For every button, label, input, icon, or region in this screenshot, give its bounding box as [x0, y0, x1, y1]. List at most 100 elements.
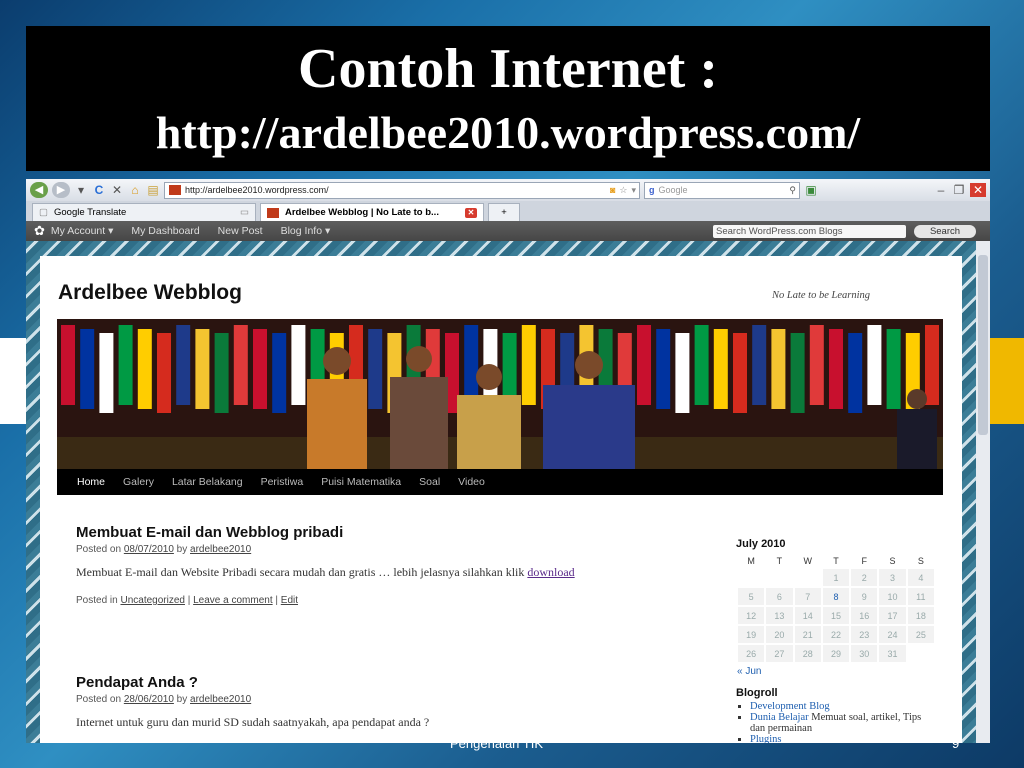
download-link[interactable]: download	[527, 565, 574, 579]
page-scrollbar[interactable]	[976, 241, 990, 743]
calendar-day: 15	[822, 607, 850, 624]
post-author-link[interactable]: ardelbee2010	[190, 694, 251, 705]
browser-navbar: ◀ ▶ ▾ C ✕ ⌂ ▤ http://ardelbee2010.wordpr…	[26, 179, 990, 201]
addon-icon[interactable]: ▣	[804, 183, 818, 197]
flag-decoration	[694, 325, 709, 405]
flag-decoration	[80, 329, 95, 409]
calendar-day: 29	[822, 645, 850, 662]
calendar-day[interactable]: 8	[822, 588, 850, 605]
rss-icon[interactable]: ◙	[610, 185, 615, 195]
post-title[interactable]: Membuat E-mail dan Webblog pribadi	[76, 524, 676, 541]
blog-page: Ardelbee Webblog No Late to be Learning	[40, 256, 962, 743]
calendar-day: 19	[738, 626, 765, 643]
site-description: No Late to be Learning	[771, 290, 870, 301]
post-meta: Posted on 08/07/2010 by ardelbee2010	[76, 544, 676, 555]
close-tab-icon[interactable]: ✕	[465, 207, 477, 218]
slide-footer: Pengenalan TIK	[450, 736, 543, 751]
wordpress-logo-icon[interactable]: ✿	[34, 223, 45, 239]
by-label: by	[176, 694, 188, 705]
menu-item-home[interactable]: Home	[77, 476, 105, 488]
tab-google-translate[interactable]: ▢ Google Translate ▭	[32, 203, 256, 221]
site-favicon	[267, 207, 279, 218]
menu-item-video[interactable]: Video	[458, 476, 485, 488]
calendar-prev-month-link[interactable]: « Jun	[737, 666, 936, 677]
wp-search-input[interactable]: Search WordPress.com Blogs	[713, 224, 906, 238]
calendar-day	[766, 569, 792, 586]
flag-decoration	[829, 329, 843, 409]
post-meta: Posted on 28/06/2010 by ardelbee2010	[76, 694, 676, 705]
new-post-link[interactable]: New Post	[218, 225, 263, 237]
reload-icon[interactable]: C	[92, 183, 106, 197]
tab-icon: ▭	[240, 207, 249, 218]
menu-item-soal[interactable]: Soal	[419, 476, 440, 488]
calendar-day-header: T	[776, 556, 783, 566]
tab-ardelbee-webblog[interactable]: Ardelbee Webblog | No Late to b... ✕	[260, 203, 484, 221]
menu-item-latar-belakang[interactable]: Latar Belakang	[172, 476, 243, 488]
blogroll-item: Development Blog	[750, 701, 936, 712]
calendar-day: 14	[794, 607, 821, 624]
flag-decoration	[195, 329, 210, 409]
maximize-icon[interactable]: ❐	[952, 183, 966, 197]
calendar-day: 16	[851, 607, 878, 624]
new-tab-button[interactable]: +	[488, 203, 520, 221]
wp-search-button[interactable]: Search	[914, 224, 976, 238]
url-dropdown-icon[interactable]: ▾	[631, 185, 639, 196]
flag-decoration	[809, 325, 824, 405]
calendar-day: 20	[766, 626, 793, 643]
calendar-day: 23	[851, 626, 878, 643]
calendar-day: 17	[879, 607, 906, 624]
back-button[interactable]: ◀	[30, 182, 48, 198]
home-icon[interactable]: ⌂	[128, 183, 142, 197]
blogroll-link[interactable]: Dunia Belajar	[750, 712, 809, 723]
flag-decoration	[137, 329, 152, 409]
menu-item-galery[interactable]: Galery	[123, 476, 154, 488]
my-dashboard-link[interactable]: My Dashboard	[131, 225, 199, 237]
calendar-day: 30	[851, 645, 878, 662]
site-title[interactable]: Ardelbee Webblog	[58, 281, 242, 305]
stop-icon[interactable]: ✕	[110, 183, 124, 197]
calendar-day: 10	[879, 588, 906, 605]
browser-search-input[interactable]: g Google ⚲	[644, 181, 800, 199]
leave-comment-link[interactable]: Leave a comment	[193, 595, 273, 606]
calendar-day: 26	[738, 645, 765, 662]
my-account-menu[interactable]: My Account ▾	[51, 225, 113, 237]
posted-on-label: Posted on	[76, 544, 122, 555]
edit-link[interactable]: Edit	[281, 595, 298, 606]
post-date-link[interactable]: 28/06/2010	[124, 694, 174, 705]
history-dropdown-icon[interactable]: ▾	[74, 183, 88, 197]
minimize-icon[interactable]: –	[934, 183, 948, 197]
calendar-day-header: W	[803, 556, 812, 566]
scrollbar-thumb[interactable]	[978, 255, 988, 435]
blogroll-widget: Blogroll Development Blog Dunia Belajar …	[736, 687, 936, 743]
address-bar-url: http://ardelbee2010.wordpress.com/	[185, 185, 329, 195]
post-author-link[interactable]: ardelbee2010	[190, 544, 251, 555]
calendar-day	[795, 569, 821, 586]
blog-info-menu[interactable]: Blog Info ▾	[281, 225, 331, 237]
flag-decoration	[214, 333, 229, 413]
blogroll-link[interactable]: Plugins	[750, 734, 782, 743]
category-link[interactable]: Uncategorized	[120, 595, 184, 606]
post-excerpt-text: Membuat E-mail dan Website Pribadi secar…	[76, 565, 525, 579]
menu-item-puisi-matematika[interactable]: Puisi Matematika	[321, 476, 401, 488]
post-footer: Posted in Uncategorized | Leave a commen…	[76, 595, 299, 606]
flag-decoration	[464, 325, 479, 405]
wordpress-admin-bar: ✿ My Account ▾ My Dashboard New Post Blo…	[26, 221, 990, 241]
calendar-day: 4	[907, 569, 934, 586]
post-title[interactable]: Pendapat Anda ?	[76, 674, 676, 691]
post-date-link[interactable]: 08/07/2010	[124, 544, 174, 555]
close-window-icon[interactable]: ✕	[970, 183, 986, 197]
calendar-day: 11	[907, 588, 934, 605]
bookmark-folder-icon[interactable]: ▤	[146, 183, 160, 197]
calendar-day: 1	[822, 569, 850, 586]
calendar-day: 25	[907, 626, 934, 643]
menu-item-peristiwa[interactable]: Peristiwa	[261, 476, 304, 488]
blogroll-item: Dunia Belajar Memuat soal, artikel, Tips…	[750, 712, 936, 734]
forward-button[interactable]: ▶	[52, 182, 70, 198]
address-bar[interactable]: http://ardelbee2010.wordpress.com/ ◙ ☆ ▾	[164, 181, 640, 199]
star-icon[interactable]: ☆	[619, 185, 627, 196]
flag-decoration	[848, 333, 863, 413]
blogroll-link[interactable]: Development Blog	[750, 701, 830, 712]
tab-label: Ardelbee Webblog | No Late to b...	[285, 207, 439, 218]
magnifier-icon[interactable]: ⚲	[789, 183, 799, 198]
calendar-day: 13	[766, 607, 793, 624]
